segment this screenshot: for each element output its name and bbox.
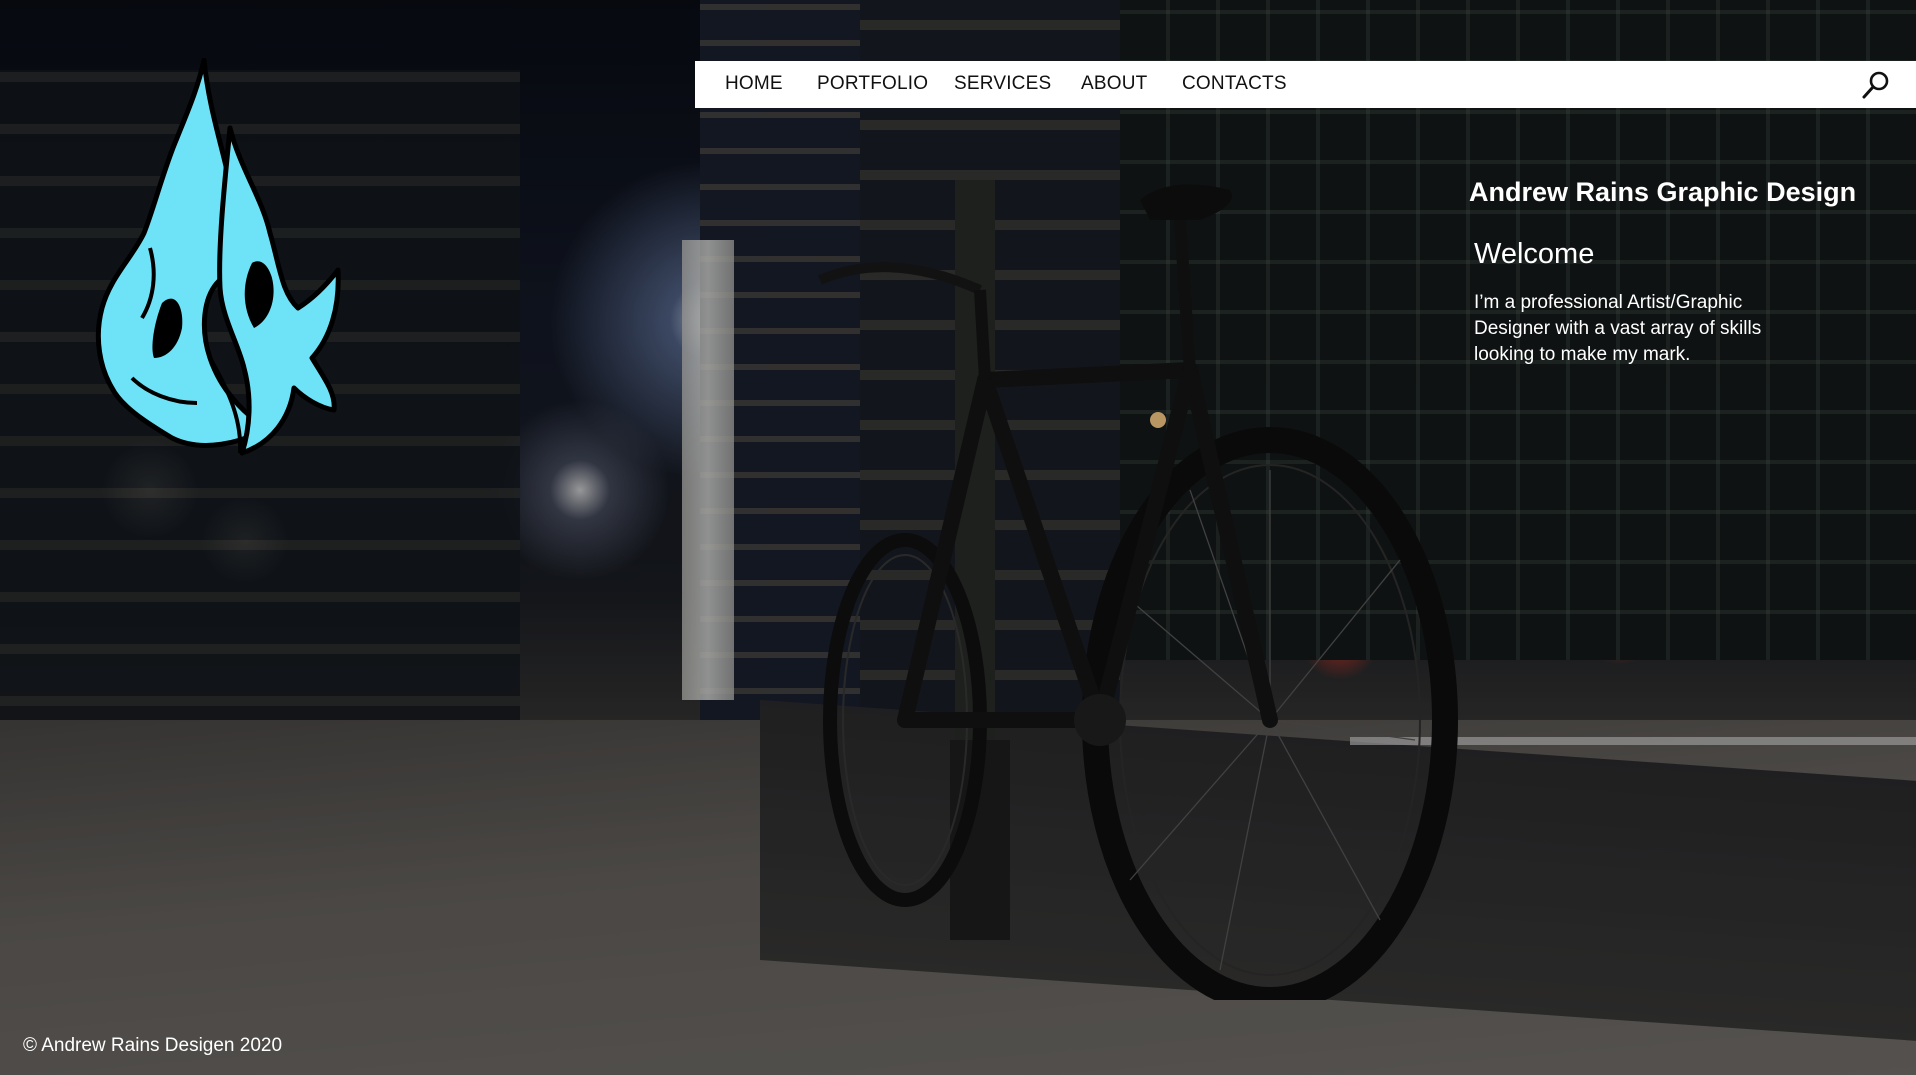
main-nav-bar: HOME PORTFOLIO SERVICES ABOUT CONTACTS [695, 61, 1916, 108]
copyright-text: © Andrew Rains Desigen 2020 [23, 1035, 283, 1056]
search-icon[interactable] [1860, 69, 1892, 101]
nav-portfolio[interactable]: PORTFOLIO [817, 73, 928, 95]
intro-paragraph: I’m a professional Artist/Graphic Design… [1474, 292, 1762, 365]
nav-home[interactable]: HOME [725, 73, 783, 95]
welcome-heading: Welcome [1474, 238, 1595, 270]
site-title: Andrew Rains Graphic Design [1469, 177, 1857, 207]
nav-services[interactable]: SERVICES [954, 73, 1051, 95]
ar-logo-icon[interactable] [92, 58, 342, 478]
nav-contacts[interactable]: CONTACTS [1182, 73, 1287, 95]
nav-about[interactable]: ABOUT [1081, 73, 1147, 95]
